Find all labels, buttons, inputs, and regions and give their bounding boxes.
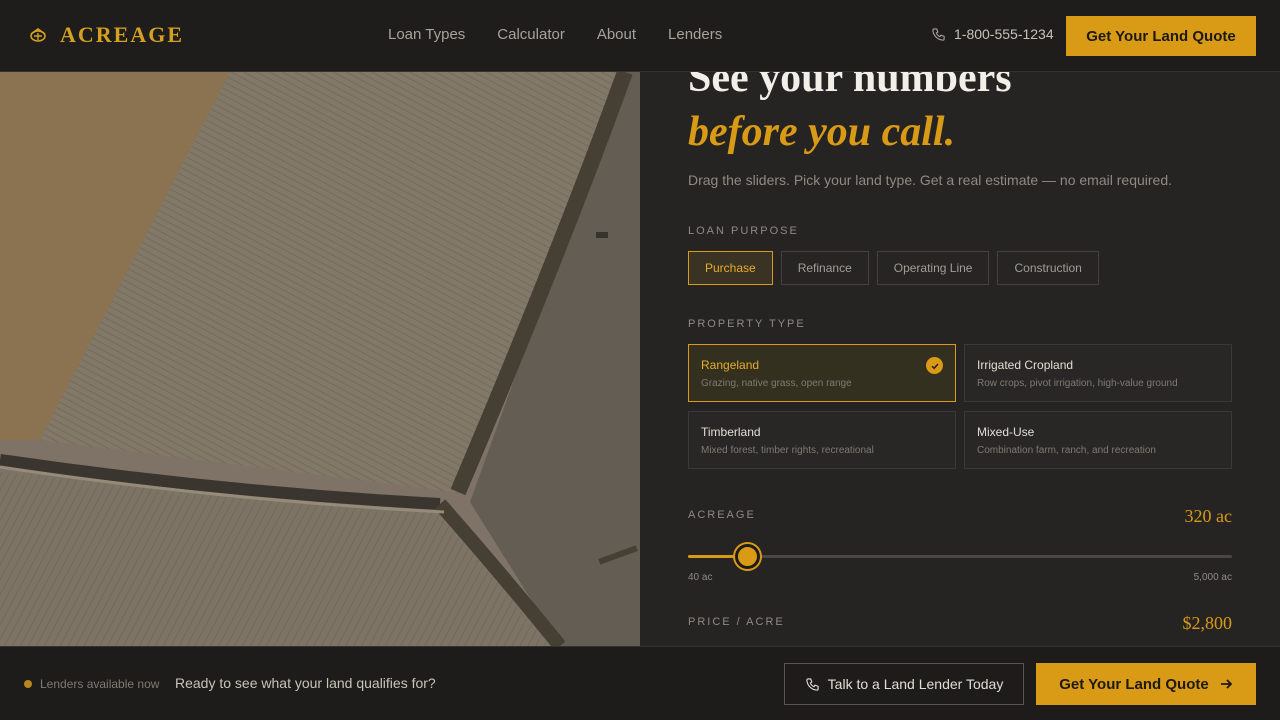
site-header: ACREAGE Loan Types Calculator About Lend… [0, 0, 1280, 72]
heading-line-2: before you call. [688, 109, 956, 155]
purpose-construction[interactable]: Construction [997, 251, 1099, 285]
loan-purpose-label: LOAN PURPOSE [688, 225, 799, 237]
property-card-desc: Combination farm, ranch, and recreation [977, 445, 1156, 456]
price-per-acre-value: $2,800 [1182, 613, 1233, 633]
price-per-acre-label: PRICE / ACRE [688, 616, 785, 628]
property-card-desc: Row crops, pivot irrigation, high-value … [977, 378, 1178, 389]
aerial-farmland-photo [0, 72, 640, 646]
aerial-farmland-illustration [0, 72, 640, 646]
property-irrigated-cropland-card[interactable]: Irrigated Cropland Row crops, pivot irri… [964, 344, 1232, 402]
wheat-logo-icon [30, 28, 46, 42]
main-nav: Loan Types Calculator About Lenders [388, 26, 722, 43]
heading-line-1: See your numbers [688, 72, 1012, 101]
property-rangeland-card[interactable]: Rangeland Grazing, native grass, open ra… [688, 344, 956, 402]
acreage-value: 320 ac [1184, 506, 1232, 526]
property-card-title: Mixed-Use [977, 425, 1035, 439]
purpose-operating-line[interactable]: Operating Line [876, 251, 990, 285]
property-card-desc: Grazing, native grass, open range [701, 378, 852, 389]
calculator-panel: See your numbers before you call. Drag t… [640, 72, 1280, 646]
check-icon [926, 357, 943, 374]
property-mixed-use-card[interactable]: Mixed-Use Combination farm, ranch, and r… [964, 411, 1232, 469]
header-quote-button[interactable]: Get Your Land Quote [1066, 16, 1256, 56]
acreage-slider-thumb[interactable] [734, 544, 760, 569]
lender-status: Lenders available now [24, 677, 159, 691]
loan-purpose-options: Purchase Refinance Operating Line Constr… [688, 251, 1099, 285]
qualify-prompt: Ready to see what your land qualifies fo… [175, 675, 436, 691]
property-card-title: Irrigated Cropland [977, 358, 1074, 372]
quote-button-label: Get Your Land Quote [1059, 675, 1209, 693]
lender-status-text: Lenders available now [40, 677, 160, 691]
property-card-title: Timberland [701, 425, 761, 439]
property-card-desc: Mixed forest, timber rights, recreationa… [701, 445, 874, 456]
nav-about[interactable]: About [597, 26, 636, 43]
purpose-refinance[interactable]: Refinance [780, 251, 869, 285]
purpose-purchase[interactable]: Purchase [688, 251, 773, 285]
page: ACREAGE Loan Types Calculator About Lend… [0, 0, 1280, 720]
status-dot [24, 680, 32, 688]
phone-icon [805, 677, 819, 691]
nav-loan-types[interactable]: Loan Types [388, 26, 465, 43]
phone-link[interactable]: 1-800-555-1234 [931, 26, 1054, 42]
property-card-title: Rangeland [701, 358, 760, 372]
sticky-cta-bar: Lenders available now Ready to see what … [0, 646, 1280, 720]
brand-link[interactable]: ACREAGE [28, 22, 184, 48]
property-type-grid: Rangeland Grazing, native grass, open ra… [688, 344, 1232, 469]
phone-number: 1-800-555-1234 [954, 26, 1054, 42]
property-timberland-card[interactable]: Timberland Mixed forest, timber rights, … [688, 411, 956, 469]
phone-icon [932, 27, 945, 41]
talk-button-label: Talk to a Land Lender Today [827, 676, 1004, 692]
nav-calculator[interactable]: Calculator [497, 26, 565, 43]
property-type-label: PROPERTY TYPE [688, 318, 806, 330]
acreage-max-label: 5,000 ac [1193, 572, 1232, 583]
nav-lenders[interactable]: Lenders [668, 26, 722, 43]
arrow-right-icon [1220, 679, 1232, 689]
acreage-label: ACREAGE [688, 509, 756, 521]
calculator-subheading: Drag the sliders. Pick your land type. G… [688, 172, 1172, 188]
acreage-min-label: 40 ac [688, 572, 713, 583]
acreage-slider[interactable] [688, 544, 1232, 569]
talk-to-lender-button[interactable]: Talk to a Land Lender Today [784, 663, 1024, 705]
brand-name: ACREAGE [60, 22, 185, 47]
footer-quote-button[interactable]: Get Your Land Quote [1036, 663, 1256, 705]
